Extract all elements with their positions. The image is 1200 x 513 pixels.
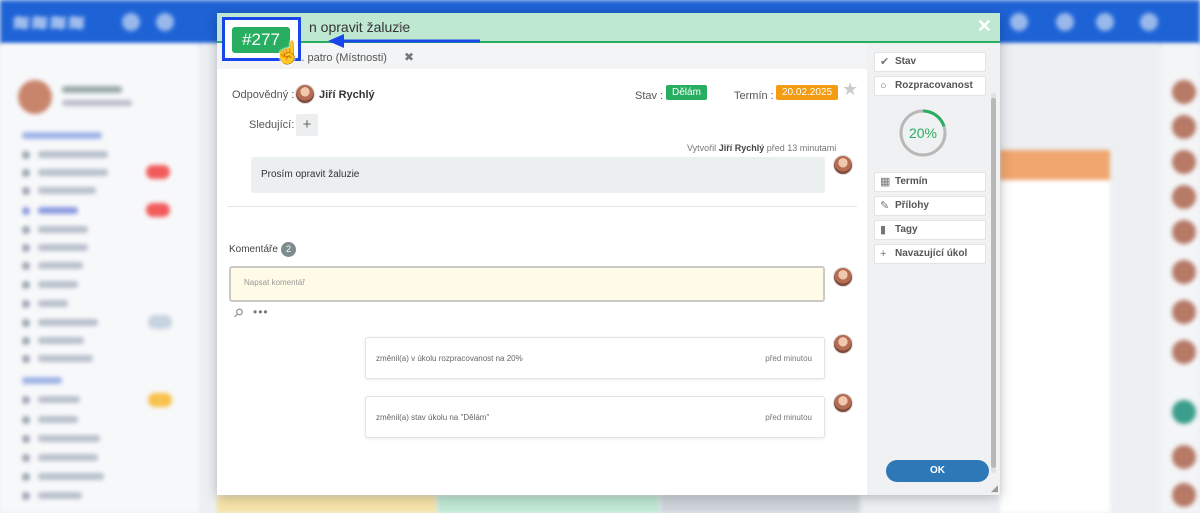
avatar <box>1172 445 1196 469</box>
avatar <box>833 155 853 175</box>
divider <box>227 206 857 207</box>
activity-text: změnil(a) stav úkolu na "Dělám" <box>376 413 490 422</box>
plus-icon: + <box>880 248 887 260</box>
paperclip-icon: ✎ <box>880 200 890 212</box>
task-description[interactable]: Prosím opravit žaluzie <box>251 157 825 193</box>
description-text: Prosím opravit žaluzie <box>261 169 360 180</box>
circle-icon: ○ <box>880 80 887 92</box>
followers-label: Sledující: <box>249 119 295 131</box>
responsible-label: Odpovědný : <box>232 89 295 101</box>
calendar-icon: ▦ <box>880 176 891 188</box>
bg-strip <box>437 495 660 513</box>
task-title[interactable]: n opravit žaluzie <box>309 19 410 35</box>
comments-label: Komentáře <box>229 244 278 255</box>
app-card-panel <box>1000 150 1110 513</box>
state-label: Stav : <box>635 90 664 102</box>
more-icon[interactable]: ••• <box>253 305 269 319</box>
avatar <box>833 267 853 287</box>
add-follower-button[interactable]: + <box>296 114 318 136</box>
comment-placeholder: Napsat komentář <box>244 278 305 287</box>
state-badge[interactable]: Dělám <box>666 85 707 100</box>
top-icon <box>1056 13 1074 31</box>
pencil-icon[interactable]: ✎ <box>396 21 408 34</box>
avatar <box>1172 483 1196 507</box>
avatar <box>833 393 853 413</box>
progress-value: 20% <box>908 125 938 141</box>
activity-item: změnil(a) v úkolu rozpracovanost na 20% … <box>365 337 825 379</box>
star-icon[interactable]: ★ <box>842 79 858 100</box>
task-side-panel: ✔ Stav ○ Rozpracovanost 20% ▦ Termín ✎ Přílo… <box>867 43 1000 495</box>
resize-handle-icon[interactable]: ◢ <box>991 483 998 494</box>
bg-strip <box>217 495 437 513</box>
avatar <box>1172 220 1196 244</box>
stav-button[interactable]: ✔ Stav <box>874 52 986 72</box>
hand-cursor-icon: ☝ <box>274 40 302 65</box>
prilohy-button[interactable]: ✎ Přílohy <box>874 196 986 216</box>
avatar <box>833 334 853 354</box>
avatar <box>1172 185 1196 209</box>
comments-count-badge: 2 <box>281 242 296 257</box>
top-icon <box>1140 13 1158 31</box>
navazujici-ukol-button[interactable]: + Navazující úkol <box>874 244 986 264</box>
task-modal: n opravit žaluzie ✎ ✕ o, 2. patro (Místn… <box>217 13 1000 495</box>
responsible-name[interactable]: Jiří Rychlý <box>319 89 375 101</box>
app-sidebar <box>0 44 200 513</box>
arrow-icon <box>328 34 480 48</box>
activity-time: před minutou <box>765 354 812 363</box>
top-icon <box>1096 13 1114 31</box>
activity-text: změnil(a) v úkolu rozpracovanost na 20% <box>376 354 523 363</box>
avatar <box>1172 260 1196 284</box>
activity-time: před minutou <box>765 413 812 422</box>
tagy-button[interactable]: ▮ Tagy <box>874 220 986 240</box>
top-icon <box>122 13 140 31</box>
created-info: Vytvořil Jiří Rychlý před 13 minutami <box>687 143 837 153</box>
avatar <box>1172 115 1196 139</box>
check-icon: ✔ <box>880 56 890 68</box>
remove-location-icon[interactable]: ✖ <box>404 50 414 64</box>
bookmark-icon: ▮ <box>880 224 887 236</box>
avatar <box>1172 400 1196 424</box>
deadline-badge[interactable]: 20.02.2025 <box>776 85 839 100</box>
comment-input[interactable]: Napsat komentář <box>229 266 825 302</box>
paperclip-icon[interactable]: ⚲ <box>230 305 246 321</box>
avatar <box>295 84 315 104</box>
avatar <box>1172 340 1196 364</box>
rozpracovanost-button[interactable]: ○ Rozpracovanost <box>874 76 986 96</box>
avatar <box>1172 150 1196 174</box>
ok-button[interactable]: OK <box>886 460 989 482</box>
bg-strip <box>660 495 860 513</box>
app-logo: ≋≋≋≋ <box>12 10 86 35</box>
top-icon <box>156 13 174 31</box>
avatar <box>1172 300 1196 324</box>
close-button[interactable]: ✕ <box>977 16 992 37</box>
scrollbar-thumb[interactable] <box>991 98 996 468</box>
top-icon <box>1010 13 1028 31</box>
avatar <box>1172 80 1196 104</box>
deadline-label: Termín : <box>734 90 774 102</box>
termin-button[interactable]: ▦ Termín <box>874 172 986 192</box>
activity-item: změnil(a) stav úkolu na "Dělám" před min… <box>365 396 825 438</box>
